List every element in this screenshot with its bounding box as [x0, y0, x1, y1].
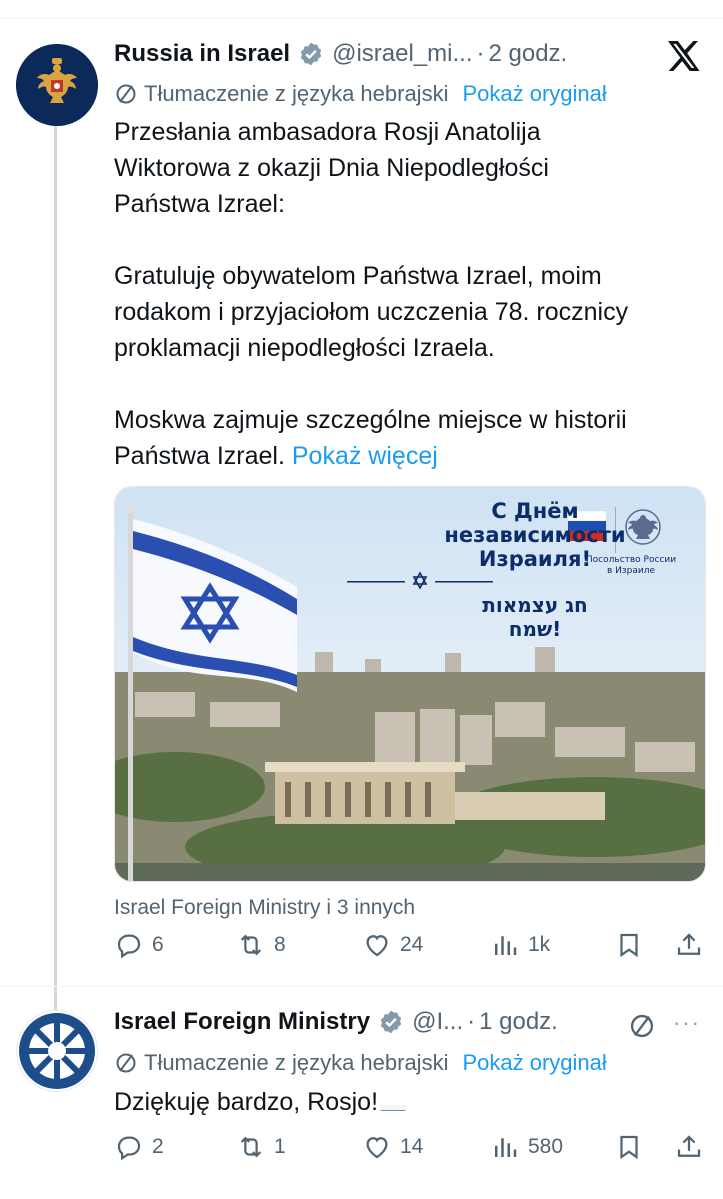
like-count: 14	[400, 1135, 424, 1158]
reply-count: 6	[152, 933, 164, 956]
bookmark-button[interactable]	[614, 930, 644, 960]
text-line: Gratuluję obywatelom Państwa Izrael, moi…	[114, 262, 602, 290]
top-divider	[0, 18, 723, 19]
bookmark-icon	[620, 1135, 638, 1160]
post-image[interactable]: С Днём независимости Израиля! חג עצמאות …	[114, 486, 706, 882]
views-button[interactable]: 580	[490, 1132, 563, 1162]
text-line-last: Państwa Izrael. Pokaż więcej	[114, 442, 438, 470]
repost-icon	[240, 1136, 262, 1158]
heart-icon	[366, 1137, 388, 1159]
post-header: Israel Foreign Ministry @I... · 1 godz.	[114, 1008, 558, 1036]
separator-dot: ·	[467, 1008, 476, 1035]
text-line: proklamacji niepodległości Izraela.	[114, 334, 495, 362]
author-name[interactable]: Israel Foreign Ministry	[114, 1008, 370, 1036]
text-line: Wiktorowa z okazji Dnia Niepodległości	[114, 154, 549, 182]
author-handle[interactable]: @israel_mi...	[332, 40, 472, 68]
author-name[interactable]: Russia in Israel	[114, 40, 290, 68]
translate-icon	[116, 84, 136, 104]
post-time[interactable]: 1 godz.	[479, 1008, 558, 1036]
text-line: Przesłania ambasadora Rosji Anatolija	[114, 118, 541, 146]
verified-badge-icon	[380, 1010, 402, 1034]
reply-icon	[117, 934, 141, 959]
translate-icon[interactable]	[628, 1012, 656, 1040]
bookmark-button[interactable]	[614, 1132, 644, 1162]
post-header: Russia in Israel @israel_mi... · 2 godz.	[114, 40, 567, 68]
reply-icon	[117, 1136, 141, 1161]
text-line: Moskwa zajmuje szczególne miejsce w hist…	[114, 406, 627, 434]
replied-by[interactable]: Israel Foreign Ministry i 3 innych	[114, 896, 415, 920]
thread-connector-line	[54, 124, 57, 1010]
verified-badge-icon	[300, 42, 322, 66]
views-count: 1k	[528, 933, 551, 956]
share-icon	[677, 933, 701, 955]
heart-icon	[366, 935, 388, 957]
bookmark-icon	[620, 933, 638, 958]
action-bar: 2 1 14 580	[114, 1132, 704, 1166]
views-icon	[495, 1138, 517, 1157]
show-original-link[interactable]: Pokaż oryginał	[462, 81, 606, 107]
embassy-caption: Посольство России в Израиле	[571, 555, 691, 577]
text-line: Dziękuję bardzo, Rosjo!	[114, 1084, 704, 1120]
ministry-logo-icon	[19, 1013, 95, 1089]
post-text: Przesłania ambasadora Rosji Anatolija Wi…	[114, 114, 704, 474]
image-hebrew-line1: חג עצמאות	[482, 593, 588, 617]
post-divider	[0, 986, 723, 987]
share-icon	[677, 1135, 701, 1157]
show-more-link[interactable]: Pokaż więcej	[292, 442, 438, 470]
more-options-button[interactable]: ···	[673, 1010, 701, 1036]
avatar[interactable]	[16, 1010, 98, 1092]
embassy-line1: Посольство России	[585, 555, 677, 565]
like-button[interactable]: 24	[362, 930, 423, 960]
repost-button[interactable]: 8	[236, 930, 286, 960]
embassy-line2: в Израиле	[606, 566, 656, 576]
repost-icon	[240, 934, 262, 956]
views-button[interactable]: 1k	[490, 930, 550, 960]
reply-button[interactable]: 6	[114, 930, 164, 960]
image-title-line1: С Днём	[491, 499, 579, 523]
image-title-line2: независимости	[444, 523, 626, 547]
translation-note: Tłumaczenie z języka hebrajski	[144, 81, 449, 106]
text-line: Państwa Izrael:	[114, 190, 285, 218]
translate-icon	[116, 1053, 136, 1073]
avatar[interactable]	[16, 44, 98, 126]
translation-note: Tłumaczenie z języka hebrajski	[144, 1050, 449, 1075]
post-text: Dziękuję bardzo, Rosjo!	[114, 1084, 704, 1120]
post-time[interactable]: 2 godz.	[488, 40, 567, 68]
repost-count: 1	[274, 1135, 286, 1158]
like-button[interactable]: 14	[362, 1132, 423, 1162]
image-hebrew-line2: שמח!	[508, 617, 562, 641]
action-bar: 6 8 24 1k	[114, 930, 704, 964]
share-button[interactable]	[674, 930, 704, 960]
reply-count: 2	[152, 1135, 164, 1158]
author-handle[interactable]: @I...	[412, 1008, 463, 1036]
views-icon	[495, 936, 517, 955]
x-logo-icon[interactable]	[665, 38, 701, 74]
show-original-link[interactable]: Pokaż oryginał	[462, 1050, 606, 1076]
russia-flag-icon	[380, 1095, 407, 1112]
text-line: rodakom i przyjaciołom uczczenia 78. roc…	[114, 298, 629, 326]
views-count: 580	[528, 1135, 564, 1158]
like-count: 24	[400, 933, 424, 956]
repost-button[interactable]: 1	[236, 1132, 286, 1162]
translation-row: Tłumaczenie z języka hebrajski Pokaż ory…	[114, 1050, 607, 1076]
reply-button[interactable]: 2	[114, 1132, 164, 1162]
repost-count: 8	[274, 933, 286, 956]
separator-dot: ·	[476, 40, 485, 67]
share-button[interactable]	[674, 1132, 704, 1162]
double-headed-eagle-icon	[16, 44, 98, 126]
translation-row: Tłumaczenie z języka hebrajski Pokaż ory…	[114, 81, 607, 107]
